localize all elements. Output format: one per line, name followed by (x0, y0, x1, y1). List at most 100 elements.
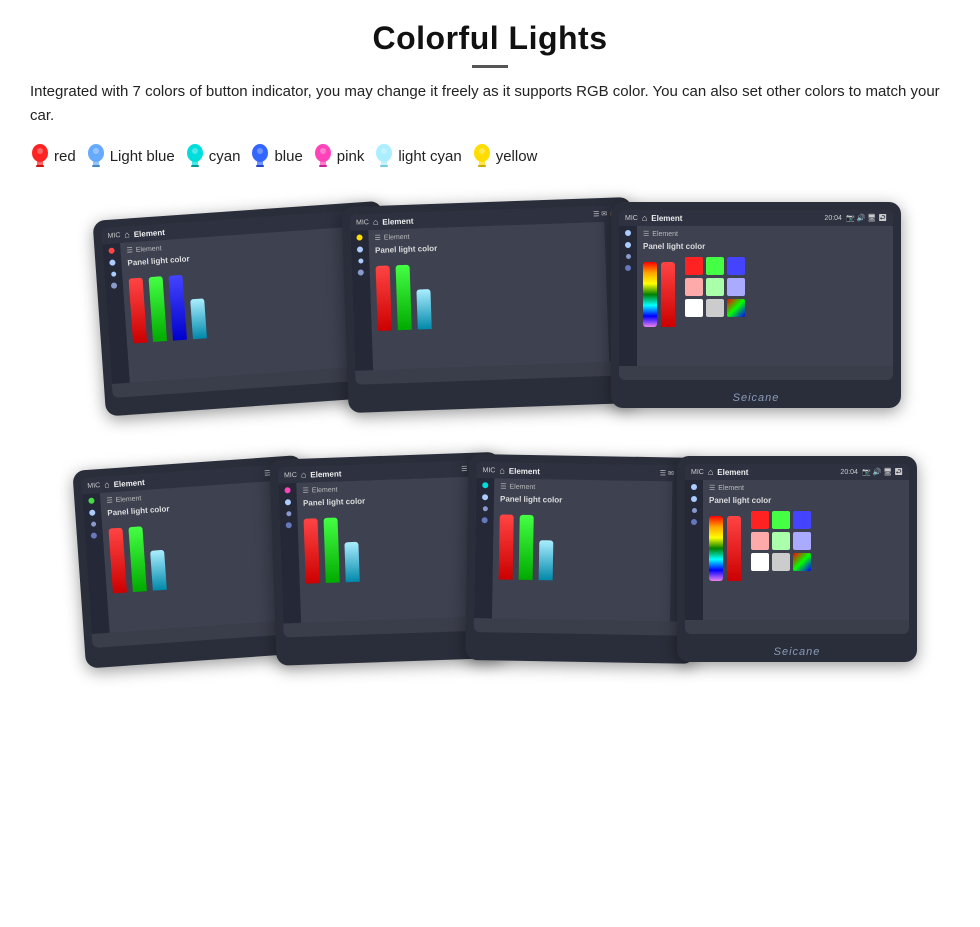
screen-main-b3: ☰ Element Panel light color (492, 478, 672, 621)
screen-title-3: Element (651, 214, 820, 223)
sidebar-dot-b4 (358, 269, 364, 275)
screen-submenu-3: ☰ Element (643, 230, 887, 238)
rainbow-bar-3 (643, 262, 657, 327)
bar-red-3 (661, 262, 675, 327)
grid-cell-rainbow (727, 299, 745, 317)
sidebar-dot-3 (111, 282, 117, 288)
sidebar-dot-yellow (356, 234, 362, 240)
screen-main-b2: ☰ Element Panel light color (296, 477, 479, 623)
home-icon-b4: ⌂ (708, 467, 713, 477)
grid-cell-green (706, 257, 724, 275)
grid-row-1 (685, 257, 745, 275)
device-screen-b3: MIC ⌂ Element ☰ ✉ 🔒 (474, 462, 691, 636)
bulb-icon-yellow (472, 142, 492, 170)
color-label-yellow: yellow (496, 148, 538, 165)
bulb-icon-lightcyan (374, 142, 394, 170)
sidebar-dot-2 (111, 271, 116, 276)
title-divider (472, 65, 508, 68)
mic-icon: MIC (107, 232, 120, 240)
bulb-icon-lightblue (86, 142, 106, 170)
screen-main-b4: ☰ Element Panel light color (703, 480, 909, 620)
device-card-3: MIC ⌂ Element 20:04 📷 🔊 🖥 ↩ (611, 202, 901, 408)
color-bars-2 (375, 253, 601, 331)
home-icon-1: ⌂ (124, 229, 130, 239)
sidebar-dot-b2 (357, 246, 363, 252)
bulb-icon-blue (250, 142, 270, 170)
home-icon-b1: ⌂ (104, 479, 110, 489)
sidebar-dot-c1 (625, 230, 631, 236)
bar-green-1 (149, 276, 168, 342)
home-icon-b2: ⌂ (301, 470, 307, 480)
color-item-blue: blue (250, 142, 302, 170)
device-card-2: MIC ⌂ Element ☰ ✉ 🔒 (341, 197, 638, 413)
watermark-bottom: Seicane (677, 642, 917, 662)
device-card-b3: MIC ⌂ Element ☰ ✉ 🔒 (465, 454, 699, 664)
top-device-row-container: MIC ⌂ Element ☰ ✉ 🔒 (30, 192, 950, 436)
device-screen-b2: MIC ⌂ Element ☰ ✉ 🔒 (278, 460, 498, 637)
color-label-pink: pink (337, 148, 365, 165)
bar-red-1 (129, 278, 148, 344)
top-devices-row: MIC ⌂ Element ☰ ✉ 🔒 (30, 202, 950, 408)
icons-3: 📷 🔊 🖥 ↩ (846, 214, 887, 222)
screen-main-2: ☰ Element Panel light color (368, 222, 609, 370)
color-item-pink: pink (313, 142, 365, 170)
device-screen-b4: MIC ⌂ Element 20:04 📷 🔊 🖥 ↩ (685, 464, 909, 634)
color-item-lightcyan: light cyan (374, 142, 461, 170)
sidebar-dot-c4 (625, 265, 631, 271)
bottom-device-row-container: MIC ⌂ Element ☰ ✉ 🔒 (30, 446, 950, 690)
bulb-icon-pink (313, 142, 333, 170)
home-icon-3: ⌂ (642, 213, 647, 223)
color-bars-1 (128, 258, 356, 343)
device-screen-2: MIC ⌂ Element ☰ ✉ 🔒 (350, 205, 630, 384)
color-label-lightblue: Light blue (110, 148, 175, 165)
color-label-cyan: cyan (209, 148, 241, 165)
screen-sidebar-3 (619, 226, 637, 366)
color-indicators-row: red Light blue cyan (30, 142, 950, 170)
bar-red-2 (376, 265, 392, 330)
grid-row-2 (685, 278, 745, 296)
device-card-b4: MIC ⌂ Element 20:04 📷 🔊 🖥 ↩ (677, 456, 917, 662)
sidebar-dot-red (108, 247, 114, 253)
bottom-devices-row: MIC ⌂ Element ☰ ✉ 🔒 (30, 456, 950, 662)
grid-cell-blue (727, 257, 745, 275)
color-label-red: red (54, 148, 76, 165)
screen-body-b4: ☰ Element Panel light color (685, 480, 909, 620)
color-label-lightcyan: light cyan (398, 148, 461, 165)
watermark-top: Seicane (611, 388, 901, 408)
screen-main-3: ☰ Element Panel light color (637, 226, 893, 366)
title-section: Colorful Lights (30, 20, 950, 68)
panel-label-3: Panel light color (643, 242, 887, 251)
sidebar-dot-b3 (358, 258, 363, 263)
device-screen-3: MIC ⌂ Element 20:04 📷 🔊 🖥 ↩ (619, 210, 893, 380)
color-item-lightblue: Light blue (86, 142, 175, 170)
page-wrapper: Colorful Lights Integrated with 7 colors… (0, 0, 980, 720)
color-grid-bars-3 (643, 257, 675, 327)
screen-body-3: ☰ Element Panel light color (619, 226, 893, 366)
grid-row-3 (685, 299, 745, 317)
screen-sidebar-b4 (685, 480, 703, 620)
screen-body-b3: ☰ Element Panel light color ↔ (474, 478, 690, 622)
grid-cell-lightgreen (706, 278, 724, 296)
mic-icon-2: MIC (356, 219, 369, 226)
screen-body-b2: ☰ Element Panel light color ↔ (278, 476, 497, 623)
color-grid-container-b4 (709, 511, 903, 581)
color-item-cyan: cyan (185, 142, 241, 170)
grid-cell-gray (706, 299, 724, 317)
sidebar-dot-c3 (626, 254, 631, 259)
home-icon-b3: ⌂ (499, 465, 505, 475)
bar-green-2 (396, 265, 412, 330)
screen-topbar-b4: MIC ⌂ Element 20:04 📷 🔊 🖥 ↩ (685, 464, 909, 480)
color-item-red: red (30, 142, 76, 170)
color-item-yellow: yellow (472, 142, 538, 170)
bulb-icon-cyan (185, 142, 205, 170)
bar-cyan-1 (190, 298, 207, 339)
bar-cyan-2 (416, 289, 431, 329)
page-title: Colorful Lights (30, 20, 950, 57)
screen-main-b1: ☰ Element Panel light color (100, 481, 287, 633)
grid-cell-lightblue (727, 278, 745, 296)
grid-cell-red (685, 257, 703, 275)
home-icon-2: ⌂ (373, 217, 379, 227)
sidebar-dot-c2 (625, 242, 631, 248)
screen-main-1: ☰ Element Panel light color (120, 227, 365, 383)
description-text: Integrated with 7 colors of button indic… (30, 80, 950, 128)
